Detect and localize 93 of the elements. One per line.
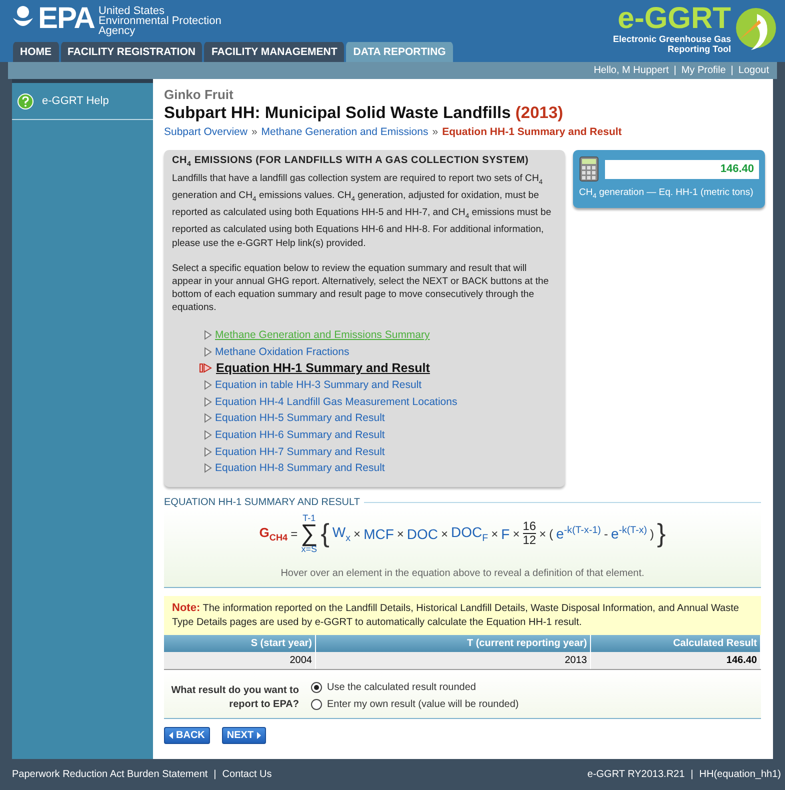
- section-title: EQUATION HH-1 SUMMARY AND RESULT: [164, 496, 360, 508]
- equation-operator: ): [650, 526, 654, 541]
- equals-sign: =: [290, 526, 298, 541]
- equation-variable[interactable]: W$_{x}$: [332, 524, 351, 544]
- page-title: Subpart HH: Municipal Solid Waste Landfills (2013): [164, 104, 564, 123]
- link-separator: |: [730, 65, 734, 76]
- equation-operator: -: [604, 526, 608, 541]
- sidebar-item[interactable]: e-GGRT Help: [12, 79, 153, 120]
- triangle-icon: [204, 330, 212, 340]
- nav-tab[interactable]: FACILITY REGISTRATION: [60, 41, 202, 62]
- breadcrumb-link[interactable]: Subpart Overview: [164, 126, 248, 138]
- breadcrumb-separator: »: [432, 126, 438, 138]
- triangle-icon: [204, 446, 212, 457]
- agency-name: United States Environmental Protection Agency: [98, 4, 222, 36]
- table-cell: 2004: [164, 652, 316, 670]
- breadcrumb-current: Equation HH-1 Summary and Result: [442, 126, 622, 138]
- note-text: Note: The information reported on the Landfill Details, Historical Landfill Details, Waste Disposal Information, and Annual Waste Type Details pages are used by e-GGRT to automatically calculate the Equation HH-1 result.: [164, 596, 761, 635]
- open-brace: {: [320, 518, 330, 550]
- equation-link[interactable]: Equation HH-4 Landfill Gas Measurement Locations: [215, 396, 458, 408]
- result-value: 146.40: [605, 160, 759, 178]
- link-separator: |: [214, 769, 216, 780]
- equation-link[interactable]: Equation HH-1 Summary and Result: [216, 361, 430, 376]
- triangle-icon: [204, 396, 212, 407]
- nav-tab[interactable]: HOME: [13, 41, 58, 62]
- user-link[interactable]: My Profile: [681, 65, 726, 76]
- table-cell: 146.40: [590, 652, 760, 670]
- equation-variable[interactable]: DOC$_{F}$: [451, 524, 488, 544]
- app-subtitle: Electronic Greenhouse Gas Reporting Tool: [612, 34, 731, 54]
- back-button[interactable]: BACK: [164, 726, 210, 744]
- triangle-icon: [204, 346, 212, 357]
- equation-operator: ×: [354, 526, 361, 541]
- equation-link[interactable]: Equation HH-7 Summary and Result: [215, 446, 385, 458]
- user-link[interactable]: Logout: [738, 65, 769, 76]
- equation-link[interactable]: Equation HH-8 Summary and Result: [215, 462, 385, 474]
- equation-link[interactable]: Equation in table HH-3 Summary and Result: [215, 378, 422, 391]
- info-paragraph: Select a specific equation below to review the equation summary and result that will appear in your annual GHG report. Alternatively, select the NEXT or BACK buttons at the bottom of each equation summary and result page to move consecutively through the equations.: [172, 262, 550, 315]
- breadcrumb-link[interactable]: Methane Generation and Emissions: [261, 126, 428, 138]
- equation-operator: ×: [539, 526, 546, 541]
- equation-link[interactable]: Methane Oxidation Fractions: [215, 346, 350, 358]
- greeting-text: Hello, M Huppert: [594, 65, 669, 76]
- option-label[interactable]: Enter my own result (value will be rounded): [327, 698, 519, 710]
- question-label: What result do you want to report to EPA?: [170, 684, 299, 712]
- facility-name: Ginko Fruit: [164, 87, 234, 102]
- option-label[interactable]: Use the calculated result rounded: [327, 682, 476, 693]
- calculator-icon: [579, 156, 599, 182]
- equation-variable[interactable]: e$^{-k(T-x-1)}$: [556, 525, 601, 542]
- right-arrow-icon: [254, 732, 261, 739]
- help-icon: [17, 92, 34, 110]
- triangle-icon: [204, 463, 212, 474]
- footer-link[interactable]: Contact Us: [222, 769, 272, 780]
- equation-variable[interactable]: DOC: [406, 526, 438, 542]
- equation-operator: ×: [512, 526, 520, 541]
- radio-button[interactable]: [311, 682, 322, 693]
- radio-button[interactable]: [311, 698, 322, 710]
- equation-operator: ×: [491, 526, 498, 541]
- equation-link[interactable]: Equation HH-5 Summary and Result: [215, 412, 385, 424]
- triangle-icon: [204, 380, 212, 390]
- table-cell: 2013: [316, 652, 590, 670]
- equation-variable[interactable]: F: [501, 526, 510, 542]
- result-label: CH$_{4}$ generation — Eq. HH-1 (metric tons): [579, 187, 754, 200]
- column-header: S (start year): [164, 634, 316, 652]
- sum-sign: ∑: [300, 522, 318, 545]
- sum-upper-limit[interactable]: T-1: [302, 514, 316, 523]
- fraction: 16 12: [522, 520, 536, 548]
- app-name: e-GGRT: [618, 4, 731, 34]
- text-separator: |: [690, 769, 694, 780]
- next-button[interactable]: NEXT: [222, 726, 266, 744]
- breadcrumb-separator: »: [251, 126, 258, 138]
- equation-variable[interactable]: e$^{-k(T-x)}$: [610, 525, 648, 542]
- equation-operator: ×: [396, 526, 404, 541]
- info-paragraph: Landfills that have a landfill gas collection system are required to report two sets of CH$_{4}$ generation and CH$_{4}$ emissions values. CH$_{4}$ generation, adjusted for oxidation, must be reported as calculated using both Equations HH-5 and HH-7, and CH$_{4}$ emissions must be reported as calculated using both Equations HH-6 and HH-8. For additional information, please use the e-GGRT Help link(s) provided.: [172, 172, 552, 250]
- equation-hint: Hover over an element in the equation above to reveal a definition of that element.: [280, 568, 644, 579]
- footer-link[interactable]: Paperwork Reduction Act Burden Statement: [12, 769, 208, 780]
- equation-operator: ×: [441, 526, 448, 541]
- sum-lower-limit[interactable]: x=S: [301, 544, 318, 554]
- nav-tab[interactable]: DATA REPORTING: [346, 41, 453, 62]
- footer-text: e-GGRT RY2013.R21: [587, 769, 685, 780]
- close-brace: }: [657, 518, 666, 550]
- left-arrow-icon: [169, 732, 175, 739]
- column-header: Calculated Result: [590, 634, 760, 652]
- footer-text: HH(equation_hh1): [699, 769, 781, 780]
- panel-title: CH$_{4}$ EMISSIONS (FOR LANDFILLS WITH A GAS COLLECTION SYSTEM): [172, 155, 530, 168]
- nav-tab[interactable]: FACILITY MANAGEMENT: [204, 41, 344, 62]
- equation-operator: (: [549, 526, 554, 541]
- link-separator: |: [674, 65, 676, 76]
- equation-variable[interactable]: MCF: [364, 526, 394, 542]
- equation-result-symbol[interactable]: G$_{CH4}$: [259, 524, 288, 543]
- column-header: T (current reporting year): [316, 634, 590, 652]
- triangle-icon: [204, 430, 212, 440]
- triangle-icon: [204, 413, 212, 424]
- current-arrow-icon: [199, 363, 213, 374]
- equation-link[interactable]: Equation HH-6 Summary and Result: [215, 429, 385, 442]
- logo-text: EPA: [38, 4, 94, 34]
